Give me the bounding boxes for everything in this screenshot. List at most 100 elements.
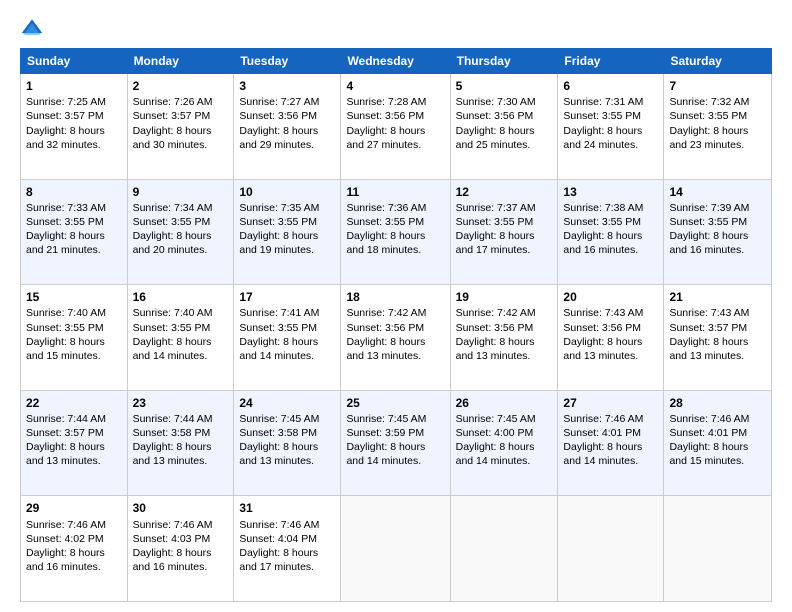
page-container: SundayMondayTuesdayWednesdayThursdayFrid… xyxy=(0,0,792,612)
daylight-label: Daylight: 8 hours and 14 minutes. xyxy=(563,441,642,467)
day-number: 28 xyxy=(669,395,766,411)
day-number: 30 xyxy=(133,500,229,516)
calendar-week-row: 22 Sunrise: 7:44 AM Sunset: 3:57 PM Dayligh… xyxy=(21,390,772,496)
day-number: 11 xyxy=(346,184,444,200)
day-number: 7 xyxy=(669,78,766,94)
calendar-day-cell: 7 Sunrise: 7:32 AM Sunset: 3:55 PM Daylight… xyxy=(664,74,772,180)
calendar-header-row: SundayMondayTuesdayWednesdayThursdayFrid… xyxy=(21,49,772,74)
sunset-label: Sunset: 3:59 PM xyxy=(346,427,424,439)
calendar-day-cell: 11 Sunrise: 7:36 AM Sunset: 3:55 PM Dayligh… xyxy=(341,179,450,285)
sunrise-label: Sunrise: 7:36 AM xyxy=(346,202,426,214)
day-number: 14 xyxy=(669,184,766,200)
daylight-label: Daylight: 8 hours and 16 minutes. xyxy=(133,547,212,573)
daylight-label: Daylight: 8 hours and 13 minutes. xyxy=(26,441,105,467)
calendar-table: SundayMondayTuesdayWednesdayThursdayFrid… xyxy=(20,48,772,602)
daylight-label: Daylight: 8 hours and 15 minutes. xyxy=(26,336,105,362)
sunrise-label: Sunrise: 7:35 AM xyxy=(239,202,319,214)
day-number: 25 xyxy=(346,395,444,411)
day-number: 8 xyxy=(26,184,122,200)
sunrise-label: Sunrise: 7:46 AM xyxy=(563,413,643,425)
calendar-day-header: Saturday xyxy=(664,49,772,74)
calendar-day-cell xyxy=(450,496,558,602)
calendar-day-cell: 23Sunrise: 7:44 AMSunset: 3:58 PMDayligh… xyxy=(127,390,234,496)
calendar-day-cell: 25Sunrise: 7:45 AMSunset: 3:59 PMDayligh… xyxy=(341,390,450,496)
calendar-day-cell: 15Sunrise: 7:40 AMSunset: 3:55 PMDayligh… xyxy=(21,285,128,391)
sunset-label: Sunset: 3:56 PM xyxy=(346,322,424,334)
day-number: 23 xyxy=(133,395,229,411)
daylight-label: Daylight: 8 hours and 18 minutes. xyxy=(346,230,425,256)
day-number: 17 xyxy=(239,289,335,305)
sunrise-label: Sunrise: 7:41 AM xyxy=(239,307,319,319)
daylight-label: Daylight: 8 hours and 30 minutes. xyxy=(133,125,212,151)
day-number: 27 xyxy=(563,395,658,411)
calendar-day-cell: 19Sunrise: 7:42 AMSunset: 3:56 PMDayligh… xyxy=(450,285,558,391)
logo-icon xyxy=(20,16,44,40)
sunrise-label: Sunrise: 7:46 AM xyxy=(26,519,106,531)
sunset-label: Sunset: 4:00 PM xyxy=(456,427,534,439)
calendar-day-cell xyxy=(664,496,772,602)
sunset-label: Sunset: 3:55 PM xyxy=(563,110,641,122)
daylight-label: Daylight: 8 hours and 16 minutes. xyxy=(669,230,748,256)
calendar-day-header: Thursday xyxy=(450,49,558,74)
sunset-label: Sunset: 3:55 PM xyxy=(669,110,747,122)
sunset-label: Sunset: 3:55 PM xyxy=(239,322,317,334)
sunset-label: Sunset: 3:55 PM xyxy=(346,216,424,228)
sunrise-label: Sunrise: 7:26 AM xyxy=(133,96,213,108)
calendar-day-cell: 9Sunrise: 7:34 AMSunset: 3:55 PMDaylight… xyxy=(127,179,234,285)
daylight-label: Daylight: 8 hours and 32 minutes. xyxy=(26,125,105,151)
calendar-day-cell xyxy=(341,496,450,602)
day-number: 6 xyxy=(563,78,658,94)
sunset-label: Sunset: 3:57 PM xyxy=(26,110,104,122)
sunrise-label: Sunrise: 7:42 AM xyxy=(346,307,426,319)
daylight-label: Daylight: 8 hours and 13 minutes. xyxy=(456,336,535,362)
sunrise-label: Sunrise: 7:27 AM xyxy=(239,96,319,108)
day-number: 1 xyxy=(26,78,122,94)
sunset-label: Sunset: 3:57 PM xyxy=(669,322,747,334)
daylight-label: Daylight: 8 hours and 13 minutes. xyxy=(563,336,642,362)
day-number: 2 xyxy=(133,78,229,94)
day-number: 3 xyxy=(239,78,335,94)
calendar-week-row: 1 Sunrise: 7:25 AM Sunset: 3:57 PM Daylight… xyxy=(21,74,772,180)
day-number: 22 xyxy=(26,395,122,411)
calendar-day-cell: 20Sunrise: 7:43 AMSunset: 3:56 PMDayligh… xyxy=(558,285,664,391)
sunrise-label: Sunrise: 7:45 AM xyxy=(456,413,536,425)
calendar-day-header: Monday xyxy=(127,49,234,74)
sunset-label: Sunset: 3:57 PM xyxy=(26,427,104,439)
calendar-day-cell: 10Sunrise: 7:35 AMSunset: 3:55 PMDayligh… xyxy=(234,179,341,285)
calendar-day-header: Wednesday xyxy=(341,49,450,74)
sunrise-label: Sunrise: 7:28 AM xyxy=(346,96,426,108)
daylight-label: Daylight: 8 hours and 14 minutes. xyxy=(239,336,318,362)
day-number: 20 xyxy=(563,289,658,305)
daylight-label: Daylight: 8 hours and 13 minutes. xyxy=(346,336,425,362)
day-number: 10 xyxy=(239,184,335,200)
sunrise-label: Sunrise: 7:30 AM xyxy=(456,96,536,108)
day-number: 18 xyxy=(346,289,444,305)
calendar-day-header: Sunday xyxy=(21,49,128,74)
day-number: 13 xyxy=(563,184,658,200)
calendar-week-row: 15Sunrise: 7:40 AMSunset: 3:55 PMDayligh… xyxy=(21,285,772,391)
daylight-label: Daylight: 8 hours and 14 minutes. xyxy=(133,336,212,362)
calendar-day-header: Tuesday xyxy=(234,49,341,74)
daylight-label: Daylight: 8 hours and 23 minutes. xyxy=(669,125,748,151)
daylight-label: Daylight: 8 hours and 13 minutes. xyxy=(669,336,748,362)
calendar-day-cell: 22Sunrise: 7:44 AMSunset: 3:57 PMDayligh… xyxy=(21,390,128,496)
sunset-label: Sunset: 3:55 PM xyxy=(26,322,104,334)
sunset-label: Sunset: 4:03 PM xyxy=(133,533,211,545)
sunset-label: Sunset: 3:56 PM xyxy=(346,110,424,122)
sunset-label: Sunset: 3:56 PM xyxy=(456,110,534,122)
sunrise-label: Sunrise: 7:25 AM xyxy=(26,96,106,108)
sunrise-label: Sunrise: 7:44 AM xyxy=(133,413,213,425)
calendar-day-cell: 13Sunrise: 7:38 AMSunset: 3:55 PMDayligh… xyxy=(558,179,664,285)
calendar-day-cell: 8Sunrise: 7:33 AMSunset: 3:55 PMDaylight… xyxy=(21,179,128,285)
daylight-label: Daylight: 8 hours and 14 minutes. xyxy=(346,441,425,467)
sunrise-label: Sunrise: 7:32 AM xyxy=(669,96,749,108)
calendar-day-cell: 21Sunrise: 7:43 AMSunset: 3:57 PMDayligh… xyxy=(664,285,772,391)
daylight-label: Daylight: 8 hours and 16 minutes. xyxy=(26,547,105,573)
sunset-label: Sunset: 3:55 PM xyxy=(239,216,317,228)
day-number: 9 xyxy=(133,184,229,200)
calendar-day-cell: 1 Sunrise: 7:25 AM Sunset: 3:57 PM Daylight… xyxy=(21,74,128,180)
daylight-label: Daylight: 8 hours and 17 minutes. xyxy=(456,230,535,256)
sunset-label: Sunset: 3:55 PM xyxy=(133,322,211,334)
calendar-day-cell xyxy=(558,496,664,602)
day-number: 5 xyxy=(456,78,553,94)
